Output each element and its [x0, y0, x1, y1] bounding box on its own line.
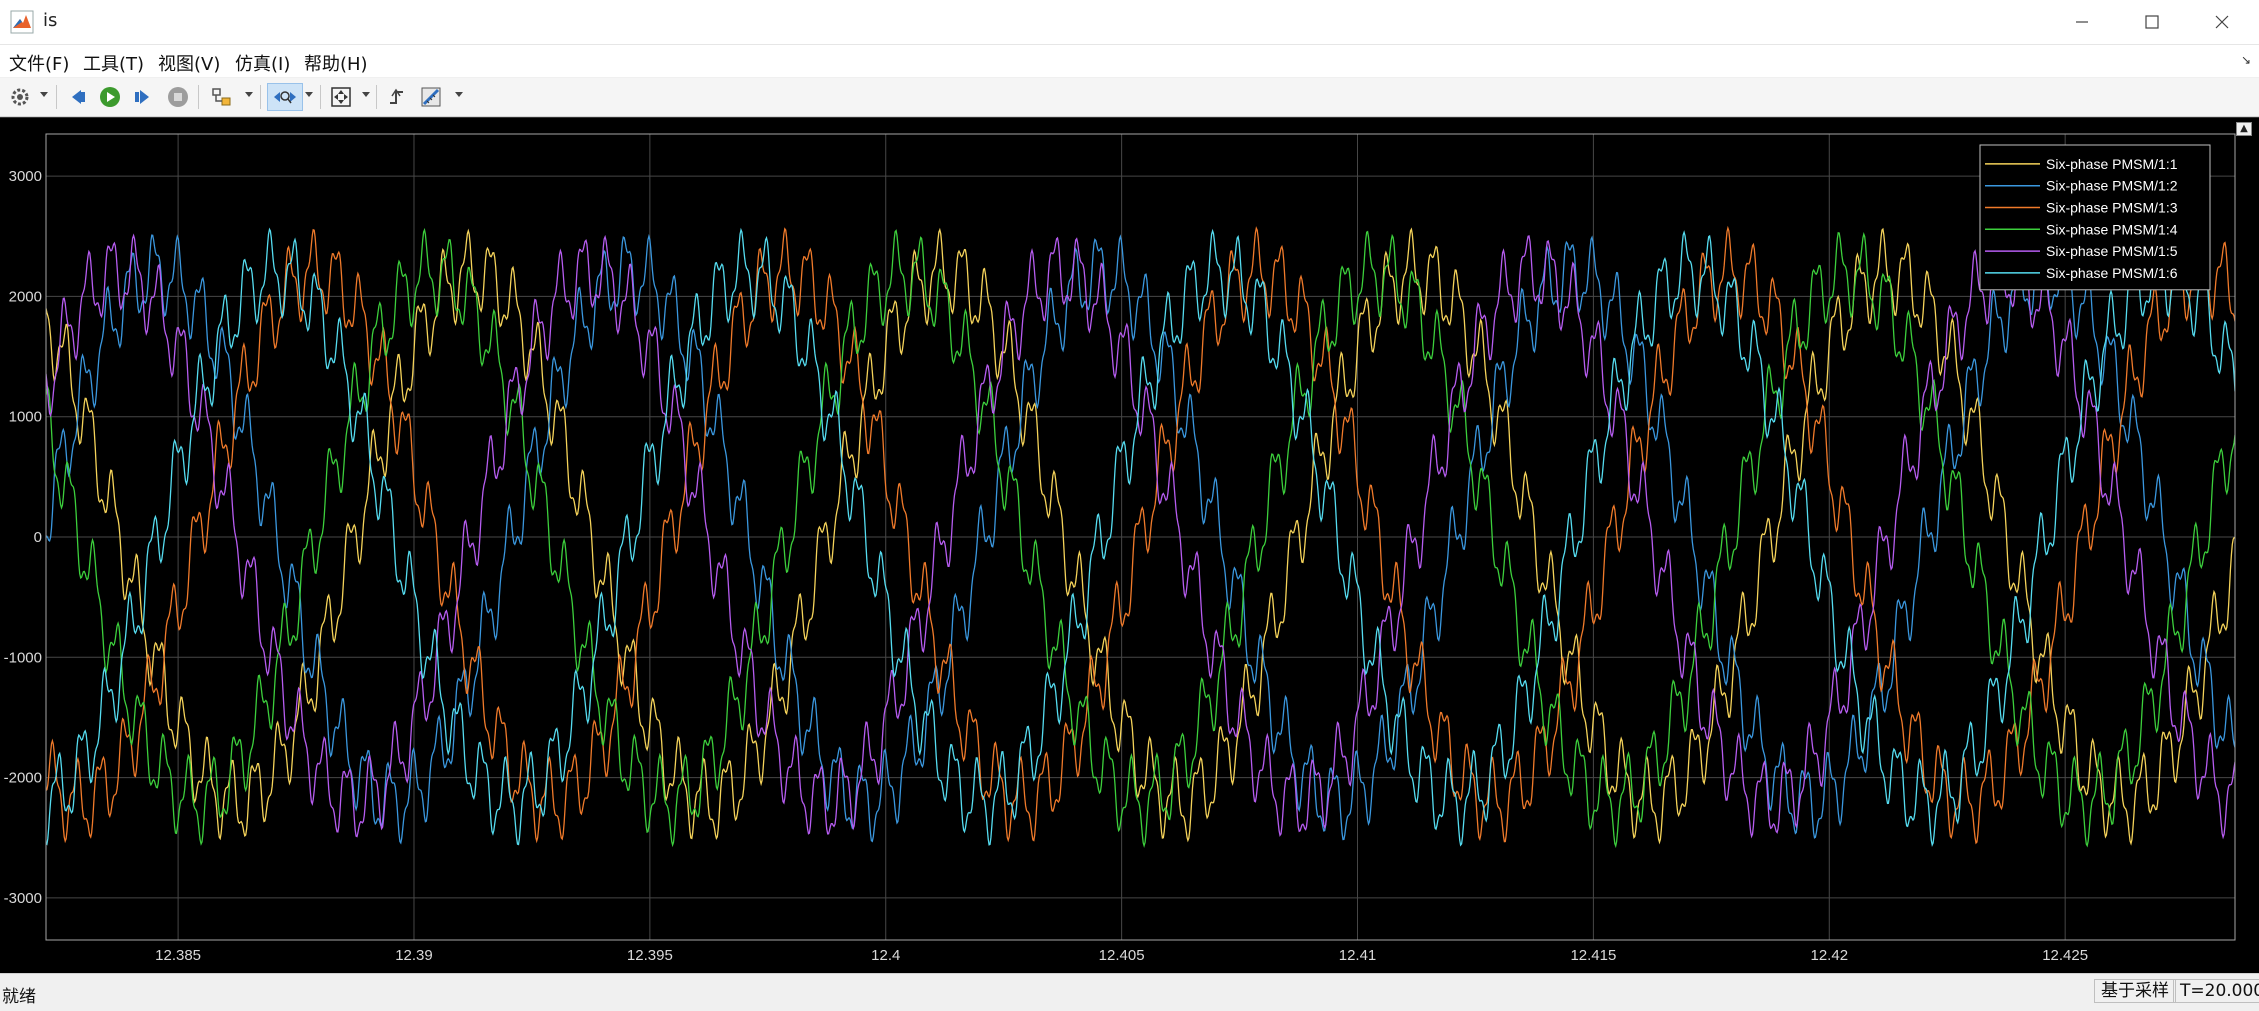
sample-mode: 基于采样	[2094, 979, 2176, 1003]
x-tick-labels: 12.385 12.39 12.395 12.4 12.405 12.41 12.415 12…	[155, 947, 2088, 964]
settings-button[interactable]	[6, 83, 34, 111]
zoom-dropdown-icon[interactable]	[305, 92, 313, 97]
legend-label: Six-phase PMSM/1:2	[2046, 178, 2178, 194]
menu-bar: 文件(F) 工具(T) 视图(V) 仿真(I) 帮助(H) ↘	[0, 45, 2259, 77]
y-tick-labels: -3000 -2000 -1000 0 1000 2000 3000	[4, 168, 42, 907]
step-back-icon	[72, 90, 85, 104]
legend-label: Six-phase PMSM/1:5	[2046, 243, 2178, 259]
legend-label: Six-phase PMSM/1:3	[2046, 200, 2178, 216]
menu-simulation[interactable]: 仿真(I)	[235, 50, 290, 76]
x-tick-label: 12.39	[395, 947, 433, 964]
y-tick-label: 2000	[9, 288, 42, 305]
status-ready: 就绪	[2, 987, 36, 1007]
toolbar-separator	[260, 85, 261, 109]
scope-chart[interactable]: 12.385 12.39 12.395 12.4 12.405 12.41 12.415 12…	[0, 118, 2259, 974]
toolbar-separator	[56, 85, 57, 109]
y-tick-label: -3000	[4, 890, 42, 907]
y-tick-label: 0	[34, 529, 42, 546]
measurements-button[interactable]	[417, 83, 445, 111]
scope-plot-area[interactable]: 12.385 12.39 12.395 12.4 12.405 12.41 12.415 12…	[0, 117, 2259, 974]
x-tick-label: 12.415	[1570, 947, 1616, 964]
toolbar	[0, 78, 2259, 117]
y-tick-label: -1000	[4, 649, 42, 666]
x-tick-label: 12.425	[2042, 947, 2088, 964]
maximize-button[interactable]	[2119, 0, 2185, 44]
fit-to-view-icon	[331, 87, 351, 107]
legend[interactable]: Six-phase PMSM/1:1 Six-phase PMSM/1:2 Six-…	[1979, 144, 2211, 291]
highlight-block-button[interactable]	[208, 83, 236, 111]
step-forward-icon	[135, 90, 149, 104]
x-tick-label: 12.395	[627, 947, 673, 964]
status-bar: 就绪 基于采样 T=20.000	[0, 973, 2259, 1011]
stop-icon	[168, 87, 188, 107]
gear-icon	[11, 88, 29, 106]
toolbar-separator	[320, 85, 321, 109]
fit-to-view-button[interactable]	[327, 83, 355, 111]
y-tick-label: 3000	[9, 168, 42, 185]
close-icon	[2215, 15, 2229, 29]
undock-axes-button[interactable]: ▲	[2236, 122, 2252, 136]
expand-toolstrip-icon[interactable]: ↘	[2241, 53, 2251, 67]
zoom-x-icon	[274, 91, 296, 104]
minimize-icon	[2076, 21, 2088, 23]
measurements-dropdown-icon[interactable]	[455, 92, 463, 97]
sim-time: T=20.000	[2173, 979, 2259, 1003]
stop-button[interactable]	[164, 83, 192, 111]
trigger-icon	[390, 88, 403, 104]
run-icon	[100, 87, 120, 107]
legend-label: Six-phase PMSM/1:6	[2046, 265, 2178, 281]
title-bar: is	[0, 0, 2259, 45]
legend-label: Six-phase PMSM/1:4	[2046, 221, 2178, 237]
x-tick-label: 12.385	[155, 947, 201, 964]
highlight-block-icon	[212, 88, 231, 106]
y-tick-label: -2000	[4, 770, 42, 787]
minimize-button[interactable]	[2049, 0, 2115, 44]
ruler-icon	[421, 87, 441, 107]
matlab-logo-icon	[10, 10, 34, 34]
triggers-button[interactable]	[383, 83, 411, 111]
close-button[interactable]	[2189, 0, 2255, 44]
menu-view[interactable]: 视图(V)	[158, 50, 220, 76]
menu-help[interactable]: 帮助(H)	[304, 50, 368, 76]
series-line-4	[46, 227, 2235, 849]
x-tick-label: 12.4	[871, 947, 900, 964]
fit-dropdown-icon[interactable]	[362, 92, 370, 97]
x-tick-label: 12.41	[1339, 947, 1377, 964]
settings-dropdown-icon[interactable]	[40, 92, 48, 97]
toolbar-separator	[376, 85, 377, 109]
step-forward-button[interactable]	[129, 83, 157, 111]
highlight-dropdown-icon[interactable]	[245, 92, 253, 97]
toolbar-separator	[198, 85, 199, 109]
step-back-button[interactable]	[63, 83, 91, 111]
maximize-icon	[2145, 15, 2159, 29]
x-tick-label: 12.405	[1099, 947, 1145, 964]
x-tick-label: 12.42	[1811, 947, 1849, 964]
menu-tools[interactable]: 工具(T)	[83, 50, 144, 76]
legend-label: Six-phase PMSM/1:1	[2046, 156, 2178, 172]
window-title: is	[43, 10, 58, 31]
zoom-button[interactable]	[267, 83, 303, 111]
run-button[interactable]	[96, 83, 124, 111]
menu-file[interactable]: 文件(F)	[9, 50, 69, 76]
y-tick-label: 1000	[9, 409, 42, 426]
